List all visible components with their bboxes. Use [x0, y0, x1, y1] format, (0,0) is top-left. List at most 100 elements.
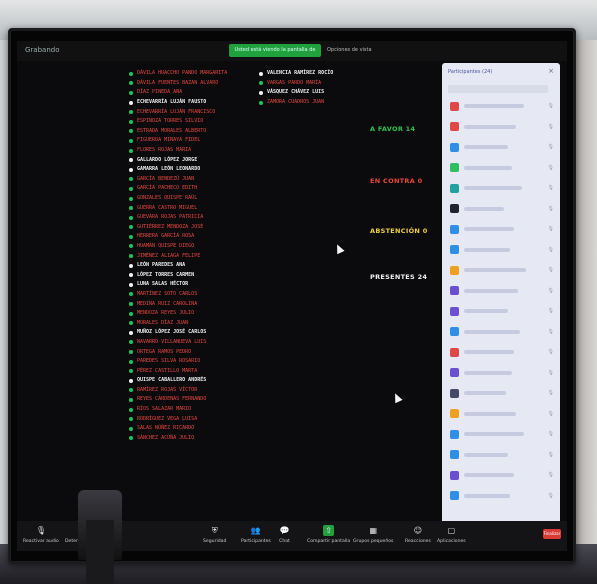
participant-row[interactable]: 🎙 — [450, 263, 554, 277]
participant-name — [464, 165, 512, 170]
bullet-icon — [129, 369, 133, 374]
mic-button[interactable]: 🎙 Reactivar audio — [23, 525, 59, 544]
bullet-icon — [129, 311, 133, 316]
participant-row[interactable]: 🎙 — [450, 222, 554, 236]
bullet-icon — [129, 321, 133, 326]
avatar — [450, 286, 459, 295]
mic-icon: 🎙 — [547, 431, 554, 437]
reaction-button[interactable]: ☺ Reacciones — [405, 525, 431, 544]
vote-list-item: DÁVILA HUACCHO PANDO MARGARITA — [129, 69, 259, 79]
shield-icon: ⛨ — [211, 525, 218, 535]
bullet-icon — [129, 340, 133, 345]
vote-list-name: DÁVILA FUENTES BAZAN ALVARO — [137, 79, 219, 86]
bullet-icon — [129, 215, 133, 220]
participant-row[interactable]: 🎙 — [450, 468, 554, 482]
vote-list-name: MORALES DÍAZ JUAN — [137, 319, 189, 326]
vote-list-item: ESPINOZA TORRES SILVIO — [129, 117, 259, 127]
vote-list-name: PAREDES SILVA ROSARIO — [137, 358, 201, 365]
mic-icon: 🎙 — [547, 390, 554, 396]
participant-row[interactable]: 🎙 — [450, 427, 554, 441]
participant-row[interactable]: 🎙 — [450, 202, 554, 216]
participant-name — [464, 124, 516, 129]
avatar — [450, 245, 459, 254]
participant-name — [464, 206, 504, 211]
bullet-icon — [129, 148, 133, 153]
mic-icon: 🎙 — [547, 246, 554, 253]
vote-list-item: RODRÍGUEZ VEGA LUISA — [129, 414, 259, 424]
bullet-icon — [129, 90, 133, 95]
vote-list-item: NAVARRO VILLANUEVA LUIS — [129, 338, 259, 348]
toolbar-label: Seguridad — [203, 539, 227, 544]
participant-row[interactable]: 🎙 — [450, 489, 554, 503]
bullet-icon — [129, 119, 133, 124]
avatar — [450, 142, 459, 152]
avatar — [450, 491, 459, 500]
participant-row[interactable]: 🎙 — [450, 325, 554, 339]
bullet-icon — [129, 81, 133, 86]
participant-row[interactable]: 🎙 — [450, 140, 554, 154]
tally-abstencion: ABSTENCIÓN 0 — [370, 227, 428, 235]
toolbar-label: Compartir pantalla — [307, 539, 351, 544]
toolbar-label: Aplicaciones — [437, 539, 466, 544]
vote-list-name: GALLARDO LÓPEZ JORGE — [137, 156, 198, 163]
participant-row[interactable]: 🎙 — [450, 181, 554, 195]
bullet-icon — [129, 225, 133, 230]
vote-list-name: MENDOZA REYES JULIO — [137, 310, 195, 317]
vote-list-item: FIGUEROA MINAYA FIDEL — [129, 136, 259, 146]
vote-list-item: MENDOZA REYES JULIO — [129, 309, 259, 319]
participant-name — [464, 145, 508, 149]
participant-row[interactable]: 🎙 — [450, 161, 554, 175]
vote-list-item: MARTÍNEZ SOTO CARLOS — [129, 290, 259, 300]
participant-name — [464, 186, 522, 190]
participant-row[interactable]: 🎙 — [450, 304, 554, 318]
participants-search[interactable] — [448, 85, 548, 93]
bullet-icon — [129, 71, 133, 76]
people-button[interactable]: 👥 Participantes — [241, 525, 271, 544]
vote-list-name: QUISPE CABALLERO ANDRÉS — [137, 377, 207, 384]
participant-name — [464, 288, 518, 293]
participant-row[interactable]: 🎙 — [450, 386, 554, 400]
participant-name — [464, 370, 512, 375]
participant-name — [464, 350, 514, 354]
view-options-button[interactable]: Opciones de vista — [327, 47, 372, 53]
participant-row[interactable]: 🎙 — [450, 366, 554, 380]
avatar — [450, 306, 459, 316]
vote-list-item: RÍOS SALAZAR MARIO — [129, 405, 259, 415]
participant-row[interactable]: 🎙 — [450, 345, 554, 359]
top-bar: Grabando Usted está viendo la pantalla d… — [17, 41, 567, 61]
vote-list-name: ESPINOZA TORRES SILVIO — [137, 118, 204, 125]
participant-row[interactable]: 🎙 — [450, 99, 554, 113]
vote-list-item: PAREDES SILVA ROSARIO — [129, 357, 259, 367]
bullet-icon — [129, 282, 133, 287]
vote-list-column-2: VALENCIA RAMÍREZ ROCÍO VARGAS PARDO MARÍA… — [259, 69, 369, 107]
mic-icon: 🎙 — [547, 369, 554, 376]
vote-list-item: DÁVILA FUENTES BAZAN ALVARO — [129, 79, 259, 89]
vote-list-name: MUÑOZ LÓPEZ JOSÉ CARLOS — [137, 329, 207, 336]
toolbar-label: Participantes — [241, 539, 271, 544]
vote-list-item: SÁNCHEZ ACUÑA JULIO — [129, 434, 259, 444]
reaction-icon: ☺ — [413, 526, 423, 535]
mic-icon: 🎙 — [547, 349, 554, 355]
participant-row[interactable]: 🎙 — [450, 120, 554, 134]
tripod-leg — [86, 520, 114, 584]
vote-list-name: GAMARRA LEÓN LEONARDO — [137, 166, 201, 173]
participant-row[interactable]: 🎙 — [450, 284, 554, 298]
close-icon[interactable]: × — [548, 67, 554, 75]
participant-row[interactable]: 🎙 — [450, 448, 554, 462]
vote-list-name: LUNA SALAS HÉCTOR — [137, 281, 189, 288]
vote-list-name: HERRERA GARCÍA ROSA — [137, 233, 195, 240]
share-screen-button[interactable]: ⇧ Compartir pantalla — [307, 525, 350, 544]
vote-list-item: LUNA SALAS HÉCTOR — [129, 280, 259, 290]
participant-row[interactable]: 🎙 — [450, 243, 554, 257]
mic-icon: 🎙 — [547, 185, 554, 191]
breakout-button[interactable]: ▦ Grupos pequeños — [353, 525, 393, 544]
vote-list-name: LEÓN PAREDES ANA — [137, 262, 186, 269]
screen-share-banner[interactable]: Usted está viendo la pantalla de — [229, 44, 321, 57]
vote-list-name: REYES CARDENAS FERNANDO — [137, 396, 207, 403]
participant-row[interactable]: 🎙 — [450, 407, 554, 421]
chat-button[interactable]: 💬 Chat — [279, 525, 290, 544]
end-meeting-button[interactable]: Finalizar — [543, 529, 561, 539]
apps-button[interactable]: ▢ Aplicaciones — [437, 525, 466, 544]
shield-button[interactable]: ⛨ Seguridad — [203, 525, 227, 545]
vote-list-name: ECHEVARRÍA LUJÁN FRANCISCO — [137, 108, 216, 115]
